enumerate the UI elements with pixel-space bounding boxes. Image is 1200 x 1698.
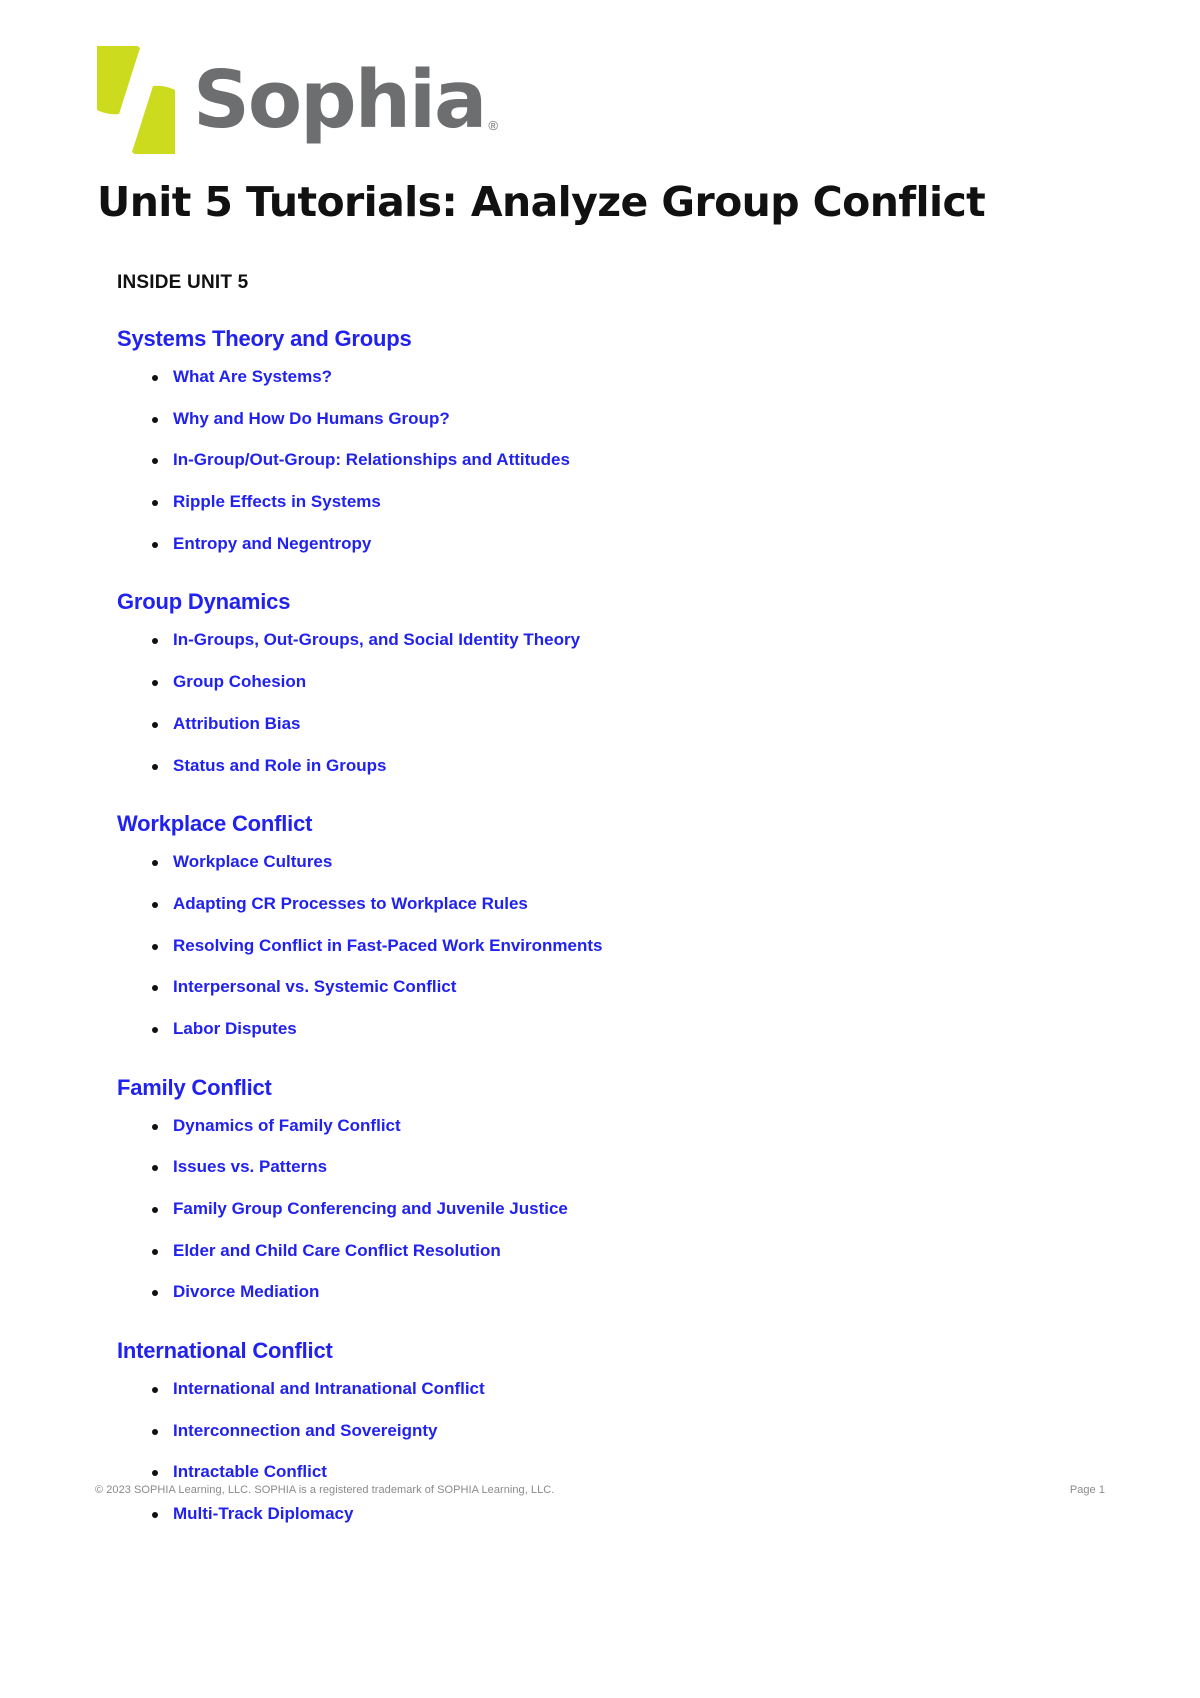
inside-unit-heading: INSIDE UNIT 5 (117, 272, 249, 293)
tutorial-link[interactable]: In-Group/Out-Group: Relationships and At… (173, 450, 570, 470)
section-systems-theory-and-groups: Systems Theory and Groups What Are Syste… (117, 326, 1097, 553)
section-family-conflict: Family Conflict Dynamics of Family Confl… (117, 1075, 1097, 1302)
list-item[interactable]: Attribution Bias (152, 714, 1097, 734)
list-item[interactable]: Interpersonal vs. Systemic Conflict (152, 977, 1097, 997)
list-item[interactable]: Entropy and Negentropy (152, 534, 1097, 554)
footer-copyright: © 2023 SOPHIA Learning, LLC. SOPHIA is a… (95, 1484, 555, 1496)
list-item[interactable]: International and Intranational Conflict (152, 1379, 1097, 1399)
document-page: Sophia ® Unit 5 Tutorials: Analyze Group… (0, 0, 1200, 1698)
sophia-wordmark: Sophia ® (193, 46, 498, 154)
tutorial-link[interactable]: Elder and Child Care Conflict Resolution (173, 1241, 501, 1260)
tutorial-link[interactable]: Issues vs. Patterns (173, 1157, 327, 1176)
tutorial-link[interactable]: Dynamics of Family Conflict (173, 1116, 401, 1135)
list-item[interactable]: Resolving Conflict in Fast-Paced Work En… (152, 936, 1097, 956)
section-group-dynamics: Group Dynamics In-Groups, Out-Groups, an… (117, 589, 1097, 775)
registered-trademark-icon: ® (488, 118, 498, 133)
list-item[interactable]: Interconnection and Sovereignty (152, 1421, 1097, 1441)
list-item[interactable]: What Are Systems? (152, 367, 1097, 387)
list-item[interactable]: Dynamics of Family Conflict (152, 1116, 1097, 1136)
tutorial-link[interactable]: Labor Disputes (173, 1019, 297, 1038)
tutorial-list: In-Groups, Out-Groups, and Social Identi… (117, 631, 1097, 775)
list-item[interactable]: Intractable Conflict (152, 1463, 1097, 1482)
list-item[interactable]: Status and Role in Groups (152, 756, 1097, 776)
sophia-logomark-icon (97, 46, 175, 154)
list-item[interactable]: Elder and Child Care Conflict Resolution (152, 1241, 1097, 1261)
section-heading[interactable]: Workplace Conflict (117, 811, 1097, 837)
tutorial-link[interactable]: Interconnection and Sovereignty (173, 1421, 438, 1440)
sophia-wordmark-text: Sophia (193, 54, 487, 146)
tutorial-link[interactable]: Resolving Conflict in Fast-Paced Work En… (173, 936, 602, 955)
tutorial-list: International and Intranational Conflict… (117, 1379, 1097, 1524)
list-item[interactable]: In-Groups, Out-Groups, and Social Identi… (152, 631, 1097, 650)
tutorial-link[interactable]: Interpersonal vs. Systemic Conflict (173, 977, 456, 996)
list-item[interactable]: Multi-Track Diplomacy (152, 1504, 1097, 1524)
list-item[interactable]: In-Group/Out-Group: Relationships and At… (152, 451, 1097, 470)
list-item[interactable]: Adapting CR Processes to Workplace Rules (152, 894, 1097, 914)
tutorial-link[interactable]: Attribution Bias (173, 714, 301, 733)
section-heading[interactable]: International Conflict (117, 1338, 1097, 1364)
list-item[interactable]: Group Cohesion (152, 672, 1097, 692)
tutorial-link[interactable]: Group Cohesion (173, 672, 306, 691)
content-area: INSIDE UNIT 5 Systems Theory and Groups … (117, 272, 1097, 1547)
footer-page-number: Page 1 (1069, 1484, 1105, 1496)
tutorial-list: Dynamics of Family Conflict Issues vs. P… (117, 1116, 1097, 1302)
section-workplace-conflict: Workplace Conflict Workplace Cultures Ad… (117, 811, 1097, 1038)
tutorial-link[interactable]: Entropy and Negentropy (173, 534, 371, 553)
section-heading[interactable]: Group Dynamics (117, 589, 1097, 615)
list-item[interactable]: Ripple Effects in Systems (152, 492, 1097, 512)
tutorial-link[interactable]: Family Group Conferencing and Juvenile J… (173, 1199, 568, 1218)
list-item[interactable]: Divorce Mediation (152, 1283, 1097, 1302)
tutorial-link[interactable]: Ripple Effects in Systems (173, 492, 381, 511)
list-item[interactable]: Issues vs. Patterns (152, 1157, 1097, 1177)
list-item[interactable]: Why and How Do Humans Group? (152, 409, 1097, 429)
page-title: Unit 5 Tutorials: Analyze Group Conflict (97, 178, 986, 226)
tutorial-link[interactable]: Workplace Cultures (173, 852, 332, 871)
tutorial-link[interactable]: International and Intranational Conflict (173, 1379, 485, 1398)
tutorial-list: Workplace Cultures Adapting CR Processes… (117, 852, 1097, 1039)
tutorial-link[interactable]: Divorce Mediation (173, 1282, 319, 1302)
sophia-logo: Sophia ® (97, 45, 498, 155)
section-heading[interactable]: Systems Theory and Groups (117, 326, 1097, 352)
list-item[interactable]: Labor Disputes (152, 1019, 1097, 1039)
tutorial-link[interactable]: Multi-Track Diplomacy (173, 1504, 353, 1523)
tutorial-list: What Are Systems? Why and How Do Humans … (117, 367, 1097, 554)
tutorial-link[interactable]: Why and How Do Humans Group? (173, 409, 450, 428)
page-footer: © 2023 SOPHIA Learning, LLC. SOPHIA is a… (95, 1484, 1105, 1496)
tutorial-link[interactable]: Intractable Conflict (173, 1462, 327, 1482)
list-item[interactable]: Workplace Cultures (152, 852, 1097, 872)
tutorial-link[interactable]: Adapting CR Processes to Workplace Rules (173, 894, 528, 913)
section-heading[interactable]: Family Conflict (117, 1075, 1097, 1101)
list-item[interactable]: Family Group Conferencing and Juvenile J… (152, 1199, 1097, 1219)
tutorial-link[interactable]: What Are Systems? (173, 367, 332, 386)
tutorial-link[interactable]: Status and Role in Groups (173, 756, 386, 775)
tutorial-link[interactable]: In-Groups, Out-Groups, and Social Identi… (173, 630, 580, 650)
